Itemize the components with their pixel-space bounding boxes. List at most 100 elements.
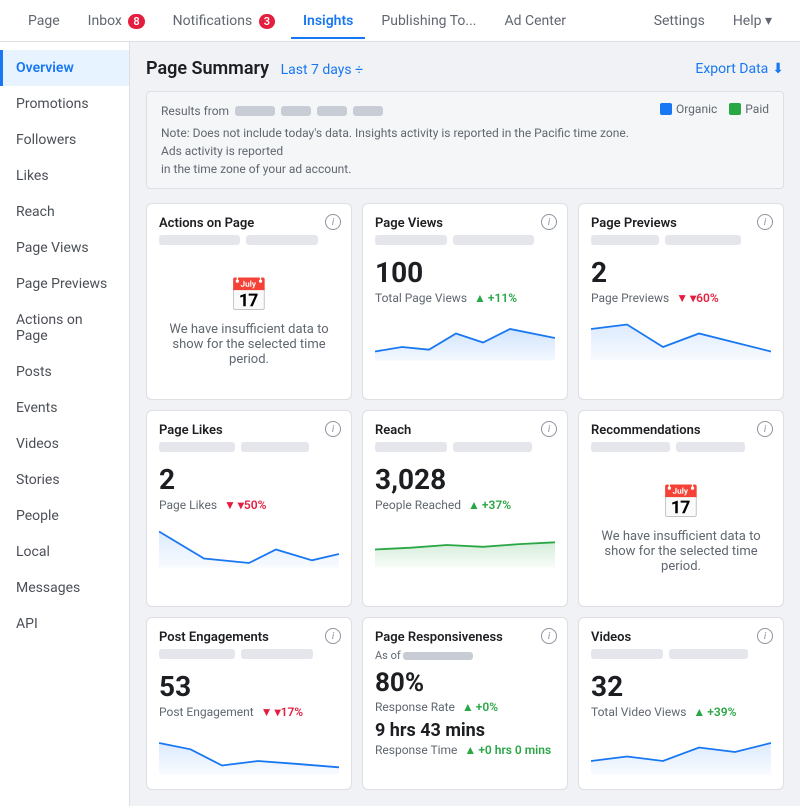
metric-title-page-previews: Page Previews: [591, 216, 771, 231]
top-nav: Page Inbox 8 Notifications 3 Insights Pu…: [0, 0, 800, 42]
metric-label-reach: People Reached ▲+37%: [375, 498, 555, 512]
responsiveness-as-of: As of: [375, 649, 555, 662]
metric-title-page-views: Page Views: [375, 216, 555, 231]
sidebar-item-page-previews[interactable]: Page Previews: [0, 266, 129, 302]
blurred-12: [676, 442, 744, 452]
metric-title-post-engagements: Post Engagements: [159, 630, 339, 645]
blurred-10: [453, 442, 532, 452]
metric-change-videos: ▲+39%: [693, 705, 736, 719]
sidebar: Overview Promotions Followers Likes Reac…: [0, 42, 130, 806]
metric-change-response-rate: ▲+0%: [462, 700, 498, 714]
nav-settings[interactable]: Settings: [642, 3, 717, 39]
metric-label-page-previews: Page Previews ▼▾60%: [591, 291, 771, 305]
sidebar-item-videos[interactable]: Videos: [0, 426, 129, 462]
main-layout: Overview Promotions Followers Likes Reac…: [0, 42, 800, 806]
blurred-2: [246, 235, 318, 245]
info-icon-recommendations[interactable]: i: [757, 421, 773, 437]
blurred-4: [453, 235, 534, 245]
paid-dot: [729, 103, 741, 115]
nav-page[interactable]: Page: [16, 3, 72, 39]
metric-change-page-likes: ▼▾50%: [224, 498, 266, 512]
info-note: Note: Does not include today's data. Ins…: [161, 124, 644, 178]
blurred-14: [241, 649, 313, 659]
info-icon-page-views[interactable]: i: [541, 214, 557, 230]
sidebar-item-overview[interactable]: Overview: [0, 50, 129, 86]
metric-value-response-rate: 80%: [375, 668, 555, 698]
nav-publishing[interactable]: Publishing To...: [369, 3, 488, 39]
sidebar-item-stories[interactable]: Stories: [0, 462, 129, 498]
nav-notifications[interactable]: Notifications 3: [161, 3, 287, 39]
metric-change-page-views: ▲+11%: [474, 291, 517, 305]
main-content: Page Summary Last 7 days ÷ Export Data ⬇…: [130, 42, 800, 806]
sidebar-item-local[interactable]: Local: [0, 534, 129, 570]
blurred-11: [591, 442, 670, 452]
chart-page-previews: [591, 313, 771, 363]
blurred-7: [159, 442, 235, 452]
metric-card-page-previews: Page Previews i 2 Page Previews ▼▾60%: [578, 203, 784, 400]
info-icon-reach[interactable]: i: [541, 421, 557, 437]
metric-card-actions-on-page: Actions on Page i 📅 We have insufficient…: [146, 203, 352, 400]
metric-title-videos: Videos: [591, 630, 771, 645]
metric-value-response-time: 9 hrs 43 mins: [375, 720, 555, 741]
insufficient-actions: 📅 We have insufficient data to show for …: [159, 256, 339, 387]
sidebar-item-followers[interactable]: Followers: [0, 122, 129, 158]
blurred-9: [375, 442, 447, 452]
metric-value-page-likes: 2: [159, 463, 339, 496]
metric-change-response-time: ▲+0 hrs 0 mins: [464, 743, 551, 757]
page-summary-title-area: Page Summary Last 7 days ÷: [146, 58, 363, 79]
blurred-15: [591, 649, 663, 659]
metric-card-page-likes: Page Likes i 2 Page Likes ▼▾50%: [146, 410, 352, 607]
page-summary-period[interactable]: Last 7 days ÷: [281, 62, 364, 78]
sidebar-item-page-views[interactable]: Page Views: [0, 230, 129, 266]
metric-value-post-engagements: 53: [159, 670, 339, 703]
inbox-badge: 8: [128, 14, 144, 29]
metric-label-response-time: Response Time ▲+0 hrs 0 mins: [375, 743, 555, 757]
sidebar-item-likes[interactable]: Likes: [0, 158, 129, 194]
calendar-icon-recommendations: 📅: [601, 483, 761, 521]
info-icon-page-previews[interactable]: i: [757, 214, 773, 230]
metric-title-page-responsiveness: Page Responsiveness: [375, 630, 555, 645]
chart-page-views: [375, 313, 555, 363]
info-icon-post-engagements[interactable]: i: [325, 628, 341, 644]
info-icon-page-likes[interactable]: i: [325, 421, 341, 437]
info-icon-videos[interactable]: i: [757, 628, 773, 644]
download-icon: ⬇: [772, 61, 784, 77]
export-data-button[interactable]: Export Data ⬇: [695, 61, 784, 77]
info-icon-actions[interactable]: i: [325, 214, 341, 230]
redacted-text-1: [235, 106, 275, 116]
sidebar-item-posts[interactable]: Posts: [0, 354, 129, 390]
chart-reach: [375, 520, 555, 570]
legend-organic: Organic: [660, 102, 717, 116]
chart-post-engagements: [159, 727, 339, 777]
metric-title-reach: Reach: [375, 423, 555, 438]
sidebar-item-actions-on-page[interactable]: Actions on Page: [0, 302, 129, 354]
chart-videos: [591, 727, 771, 777]
metric-card-reach: Reach i 3,028 People Reached ▲+37%: [362, 410, 568, 607]
metric-label-post-engagements: Post Engagement ▼▾17%: [159, 705, 339, 719]
blurred-6: [665, 235, 741, 245]
notifications-badge: 3: [259, 14, 275, 29]
nav-ad-center[interactable]: Ad Center: [492, 3, 578, 39]
info-icon-responsiveness[interactable]: i: [541, 628, 557, 644]
nav-inbox[interactable]: Inbox 8: [76, 3, 157, 39]
sidebar-item-messages[interactable]: Messages: [0, 570, 129, 606]
sidebar-item-people[interactable]: People: [0, 498, 129, 534]
metric-change-page-previews: ▼▾60%: [676, 291, 718, 305]
redacted-date: [403, 652, 473, 660]
info-box-text: Results from Note: Does not include toda…: [161, 102, 644, 178]
nav-insights[interactable]: Insights: [291, 3, 365, 39]
sidebar-item-promotions[interactable]: Promotions: [0, 86, 129, 122]
metric-card-post-engagements: Post Engagements i 53 Post Engagement ▼▾…: [146, 617, 352, 790]
chart-page-likes: [159, 520, 339, 570]
metric-card-videos: Videos i 32 Total Video Views ▲+39%: [578, 617, 784, 790]
sidebar-item-reach[interactable]: Reach: [0, 194, 129, 230]
metric-title-recommendations: Recommendations: [591, 423, 771, 438]
metric-title-actions: Actions on Page: [159, 216, 339, 231]
sidebar-item-api[interactable]: API: [0, 606, 129, 642]
insufficient-recommendations: 📅 We have insufficient data to show for …: [591, 463, 771, 594]
blurred-13: [159, 649, 235, 659]
sidebar-item-events[interactable]: Events: [0, 390, 129, 426]
nav-help[interactable]: Help ▾: [721, 3, 784, 39]
blurred-8: [241, 442, 309, 452]
redacted-text-2: [281, 106, 311, 116]
